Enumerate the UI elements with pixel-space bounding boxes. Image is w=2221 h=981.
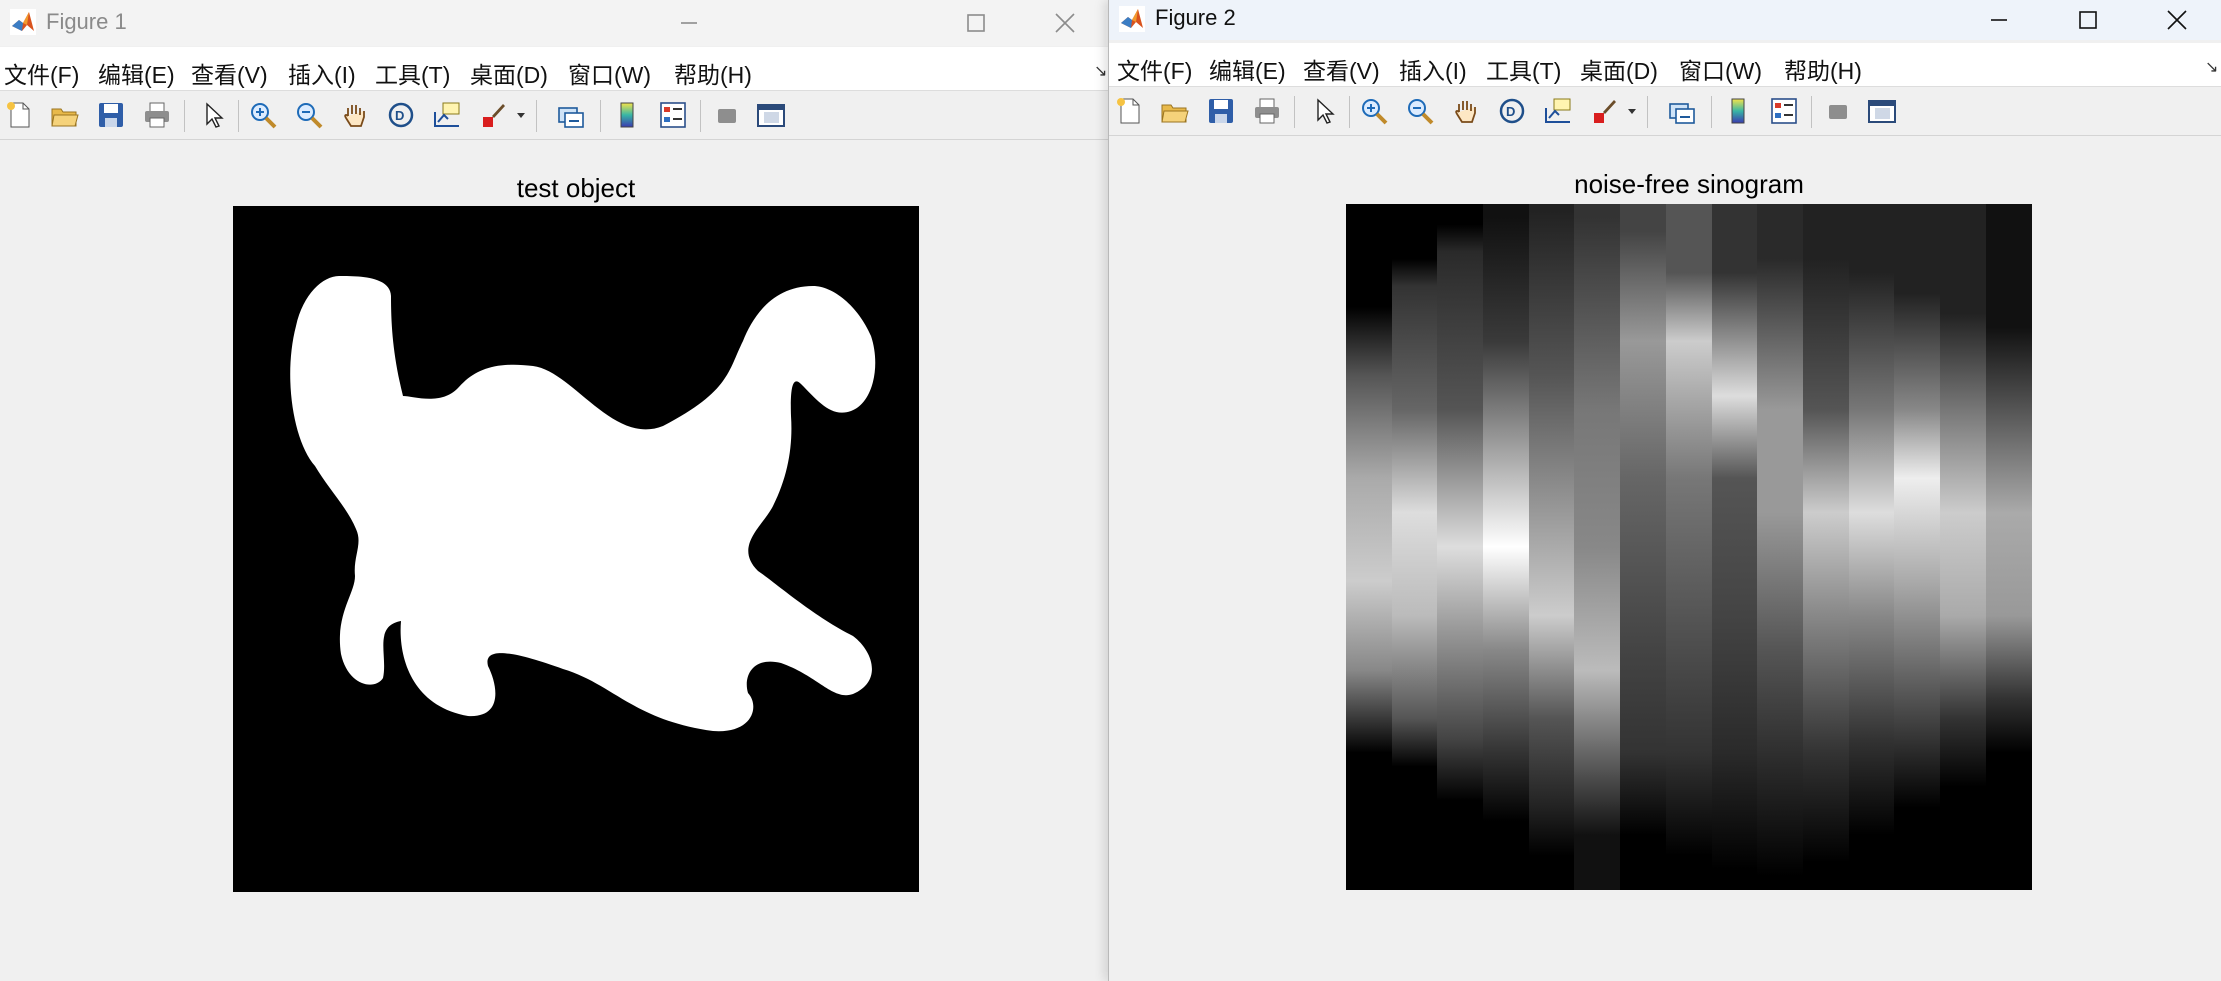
- insert-colorbar-icon[interactable]: [1723, 96, 1753, 126]
- show-plot-tools-icon[interactable]: [756, 100, 786, 130]
- menu-view[interactable]: 查看(V): [1303, 52, 1380, 86]
- minimize-button[interactable]: [1954, 0, 2044, 40]
- test-object-image: [233, 206, 919, 892]
- new-figure-icon[interactable]: [4, 100, 34, 130]
- print-icon[interactable]: [1252, 96, 1282, 126]
- toolbar-separator: [1349, 96, 1350, 128]
- new-figure-icon[interactable]: [1114, 96, 1144, 126]
- maximize-button[interactable]: [931, 0, 1021, 46]
- toolbar-separator: [600, 100, 601, 132]
- brush-dropdown-icon[interactable]: [514, 100, 528, 130]
- insert-legend-icon[interactable]: [1769, 96, 1799, 126]
- close-icon: [1055, 13, 1075, 33]
- figure-toolbar: D: [0, 92, 1108, 140]
- pan-hand-icon[interactable]: [340, 100, 370, 130]
- minimize-icon: [1991, 19, 2007, 21]
- insert-colorbar-icon[interactable]: [612, 100, 642, 130]
- matlab-logo-icon: [10, 9, 36, 35]
- close-icon: [2167, 10, 2187, 30]
- zoom-in-icon[interactable]: [248, 100, 278, 130]
- select-pointer-icon[interactable]: [198, 100, 228, 130]
- brush-dropdown-icon[interactable]: [1625, 96, 1639, 126]
- matlab-logo-icon: [1119, 6, 1145, 32]
- menu-file[interactable]: 文件(F): [4, 56, 79, 90]
- title-bar: Figure 2: [1109, 0, 2221, 40]
- maximize-icon: [2079, 11, 2097, 29]
- menu-tools[interactable]: 工具(T): [375, 56, 450, 90]
- menu-edit[interactable]: 编辑(E): [98, 56, 175, 90]
- data-tips-icon[interactable]: [432, 100, 462, 130]
- figure-toolbar: D: [1109, 88, 2221, 136]
- toolbar-separator: [700, 100, 701, 132]
- insert-legend-icon[interactable]: [658, 100, 688, 130]
- figure-2-window: Figure 2 文件(F) 编辑(E) 查看(V) 插入(I) 工具(T) 桌…: [1108, 0, 2221, 981]
- print-icon[interactable]: [142, 100, 172, 130]
- hide-plot-tools-icon[interactable]: [712, 100, 742, 130]
- maximize-button[interactable]: [2043, 0, 2133, 40]
- menu-window[interactable]: 窗口(W): [1679, 52, 1762, 86]
- toolbar-separator: [1811, 96, 1812, 128]
- open-file-icon[interactable]: [1160, 96, 1190, 126]
- svg-text:D: D: [1506, 104, 1515, 119]
- menu-desktop[interactable]: 桌面(D): [470, 56, 548, 90]
- toolbar-separator: [184, 100, 185, 132]
- save-icon[interactable]: [1206, 96, 1236, 126]
- rotate-3d-icon[interactable]: D: [386, 100, 416, 130]
- maximize-icon: [967, 14, 985, 32]
- sinogram-image: [1346, 204, 2032, 890]
- sinogram-render: [1346, 204, 2032, 890]
- menu-desktop[interactable]: 桌面(D): [1580, 52, 1658, 86]
- select-pointer-icon[interactable]: [1309, 96, 1339, 126]
- menu-help[interactable]: 帮助(H): [674, 56, 752, 90]
- zoom-out-icon[interactable]: [294, 100, 324, 130]
- menu-help[interactable]: 帮助(H): [1784, 52, 1862, 86]
- data-tips-icon[interactable]: [1543, 96, 1573, 126]
- menu-tools[interactable]: 工具(T): [1486, 52, 1561, 86]
- rotate-3d-icon[interactable]: D: [1497, 96, 1527, 126]
- menu-window[interactable]: 窗口(W): [568, 56, 651, 90]
- window-title: Figure 1: [46, 9, 127, 34]
- dock-arrow-icon[interactable]: ↘: [2205, 57, 2218, 77]
- toolbar-separator: [536, 100, 537, 132]
- silhouette-image: [290, 276, 876, 732]
- link-plot-icon[interactable]: [1667, 96, 1697, 126]
- show-plot-tools-icon[interactable]: [1867, 96, 1897, 126]
- toolbar-separator: [238, 100, 239, 132]
- brush-icon[interactable]: [1589, 96, 1619, 126]
- axes-title: test object: [516, 173, 636, 203]
- menu-view[interactable]: 查看(V): [191, 56, 268, 90]
- close-button[interactable]: [1025, 0, 1105, 46]
- menu-bar: 文件(F) 编辑(E) 查看(V) 插入(I) 工具(T) 桌面(D) 窗口(W…: [0, 47, 1108, 91]
- minimize-icon: [681, 22, 697, 24]
- open-file-icon[interactable]: [50, 100, 80, 130]
- menu-edit[interactable]: 编辑(E): [1209, 52, 1286, 86]
- pan-hand-icon[interactable]: [1451, 96, 1481, 126]
- menu-bar: 文件(F) 编辑(E) 查看(V) 插入(I) 工具(T) 桌面(D) 窗口(W…: [1109, 43, 2221, 87]
- axes-title: noise-free sinogram: [1574, 169, 1804, 199]
- dock-arrow-icon[interactable]: ↘: [1094, 61, 1107, 81]
- hide-plot-tools-icon[interactable]: [1823, 96, 1853, 126]
- toolbar-separator: [1647, 96, 1648, 128]
- menu-file[interactable]: 文件(F): [1117, 52, 1192, 86]
- zoom-in-icon[interactable]: [1359, 96, 1389, 126]
- minimize-button[interactable]: [644, 0, 734, 46]
- link-plot-icon[interactable]: [556, 100, 586, 130]
- close-button[interactable]: [2134, 0, 2220, 40]
- window-title: Figure 2: [1155, 5, 1236, 30]
- menu-insert[interactable]: 插入(I): [288, 56, 356, 90]
- title-bar: Figure 1: [0, 0, 1108, 46]
- figure-1-window: Figure 1 文件(F) 编辑(E) 查看(V) 插入(I) 工具(T) 桌…: [0, 0, 1108, 981]
- svg-text:D: D: [395, 108, 404, 123]
- zoom-out-icon[interactable]: [1405, 96, 1435, 126]
- save-icon[interactable]: [96, 100, 126, 130]
- brush-icon[interactable]: [478, 100, 508, 130]
- menu-insert[interactable]: 插入(I): [1399, 52, 1467, 86]
- toolbar-separator: [1711, 96, 1712, 128]
- toolbar-separator: [1294, 96, 1295, 128]
